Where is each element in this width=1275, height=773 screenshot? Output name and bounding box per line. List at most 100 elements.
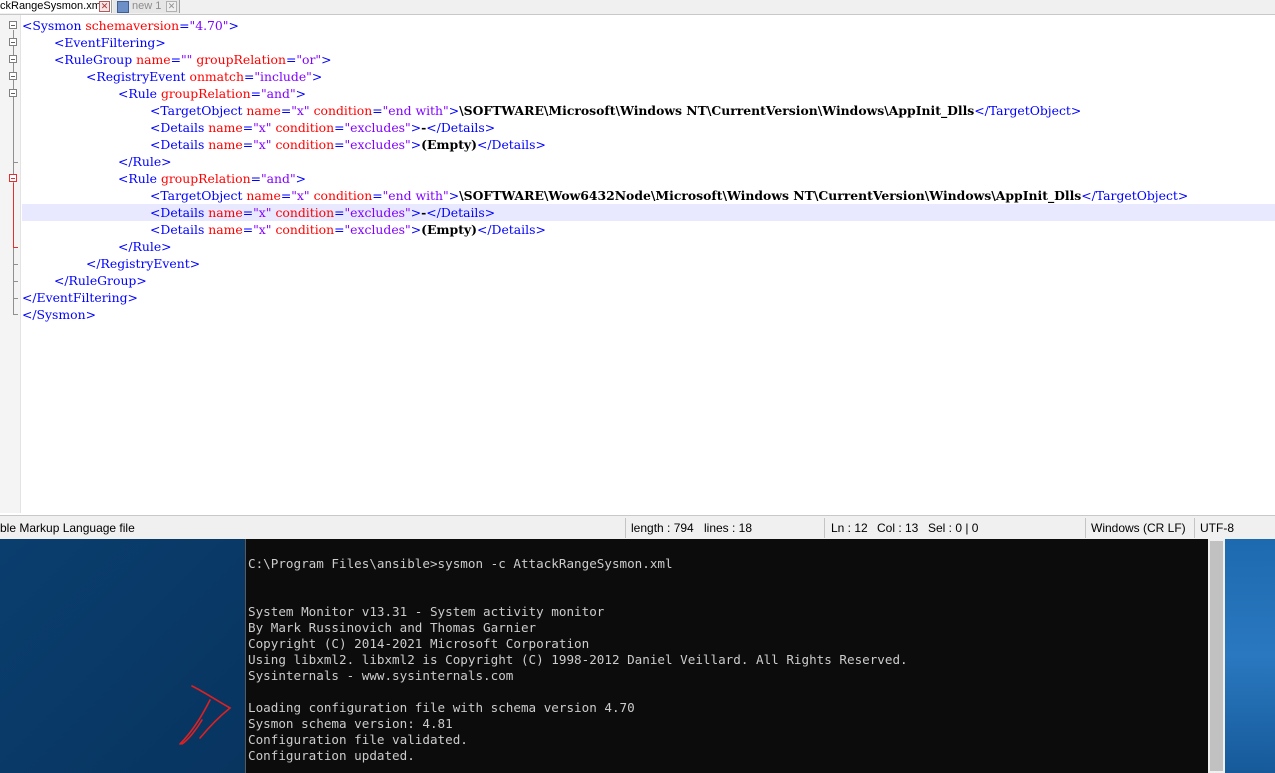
code-token: schemaversion [85,18,180,33]
code-token: = [170,52,181,67]
fold-end-mark [13,264,18,265]
code-token: = [372,103,383,118]
status-separator [1194,518,1195,538]
console-line: Sysinternals - www.sysinternals.com [248,668,514,683]
console-output: C:\Program Files\ansible>sysmon -c Attac… [248,556,908,764]
code-token: </Details> [476,137,546,152]
code-token: <Rule [118,171,161,186]
code-token: > [410,205,422,220]
code-token: > [228,18,239,33]
code-token: name [136,52,171,67]
code-line[interactable]: </EventFiltering> [22,289,1275,306]
code-line[interactable]: <Rule groupRelation="and"> [22,85,1275,102]
console-scrollbar[interactable] [1208,539,1225,773]
code-line[interactable]: <Rule groupRelation="and"> [22,170,1275,187]
code-token: = [285,52,297,67]
code-line[interactable]: <EventFiltering> [22,34,1275,51]
code-line[interactable]: <TargetObject name="x" condition="end wi… [22,102,1275,119]
fold-end-mark [13,247,18,248]
code-token: = [242,205,254,220]
code-line[interactable]: <Details name="x" condition="excludes">-… [22,119,1275,136]
code-token: > [295,86,307,101]
close-tab-icon[interactable]: ✕ [166,1,177,12]
code-line[interactable]: <Sysmon schemaversion="4.70"> [22,17,1275,34]
console-line: Loading configuration file with schema v… [248,700,635,715]
status-eol[interactable]: Windows (CR LF) [1091,521,1186,535]
code-line[interactable]: <Details name="x" condition="excludes">(… [22,136,1275,153]
code-line[interactable]: </RuleGroup> [22,272,1275,289]
code-token: <Details [150,205,209,220]
code-token: \SOFTWARE\Wow6432Node\Microsoft\Windows … [459,188,1082,203]
code-line[interactable]: <Details name="x" condition="excludes">(… [22,221,1275,238]
code-token: = [250,86,261,101]
code-token: "and" [260,171,296,186]
code-token: </Details> [476,222,546,237]
code-token: "excludes" [344,222,411,237]
console-line: By Mark Russinovich and Thomas Garnier [248,620,537,635]
fold-toggle-icon[interactable] [9,72,17,80]
fold-toggle-icon[interactable] [9,21,17,29]
code-token: <TargetObject [150,103,247,118]
code-token: <RegistryEvent [86,69,190,84]
code-token: "x" [253,120,272,135]
code-token: condition [275,137,335,152]
code-token: > [311,69,323,84]
code-token: "include" [254,69,312,84]
fold-toggle-icon[interactable] [9,38,17,46]
fold-toggle-icon[interactable] [9,55,17,63]
code-token: </RegistryEvent> [86,256,201,271]
code-line[interactable]: </Rule> [22,153,1275,170]
code-line[interactable]: <Details name="x" condition="excludes">-… [22,204,1275,221]
code-token: </EventFiltering> [22,290,138,305]
status-col: Col : 13 [877,521,919,535]
code-token: = [242,137,254,152]
code-token: \SOFTWARE\Microsoft\Windows NT\CurrentVe… [459,103,975,118]
code-token: condition [313,188,373,203]
code-token: condition [313,103,373,118]
code-token: </Sysmon> [22,307,96,322]
code-line[interactable]: </Sysmon> [22,306,1275,323]
code-token: "" [180,52,193,67]
scrollbar-thumb[interactable] [1210,541,1223,771]
status-separator [1085,518,1086,538]
code-token: = [243,69,255,84]
code-line[interactable]: <RegistryEvent onmatch="include"> [22,68,1275,85]
code-line[interactable]: </RegistryEvent> [22,255,1275,272]
fold-end-mark [13,281,18,282]
code-token: > [410,222,422,237]
console-window[interactable]: C:\Program Files\ansible>sysmon -c Attac… [245,539,1209,773]
code-token: <RuleGroup [54,52,137,67]
file-icon [117,1,129,13]
annotation-arrow-icon [179,685,232,745]
status-ln: Ln : 12 [831,521,868,535]
code-editor[interactable]: <Sysmon schemaversion="4.70"> <EventFilte… [0,15,1275,513]
code-token: = [179,18,190,33]
code-token: "end with" [382,103,449,118]
tab-attackrangesysmon[interactable]: ckRangeSysmon.xml ✕ [0,0,112,13]
console-line: C:\Program Files\ansible>sysmon -c Attac… [248,556,673,571]
fold-toggle-icon[interactable] [9,89,17,97]
code-token: <TargetObject [150,188,247,203]
code-token: groupRelation [160,171,251,186]
desktop-background-right [1225,539,1275,773]
code-token: "x" [253,222,272,237]
code-token: <EventFiltering> [54,35,166,50]
code-token: = [334,205,345,220]
code-line[interactable]: <RuleGroup name="" groupRelation="or"> [22,51,1275,68]
code-token: "or" [296,52,322,67]
close-tab-icon[interactable]: ✕ [99,1,110,12]
code-token: </Rule> [118,239,172,254]
code-line[interactable]: </Rule> [22,238,1275,255]
code-token: groupRelation [160,86,251,101]
code-token: = [250,171,261,186]
code-line[interactable]: <TargetObject name="x" condition="end wi… [22,187,1275,204]
code-token: > [448,103,460,118]
tab-label: ckRangeSysmon.xml [0,0,104,12]
fold-toggle-icon[interactable] [9,174,17,182]
code-token: = [372,188,383,203]
status-encoding[interactable]: UTF-8 [1200,521,1234,535]
tab-new-1[interactable]: new 1 ✕ [113,0,180,13]
code-token: "x" [253,205,272,220]
